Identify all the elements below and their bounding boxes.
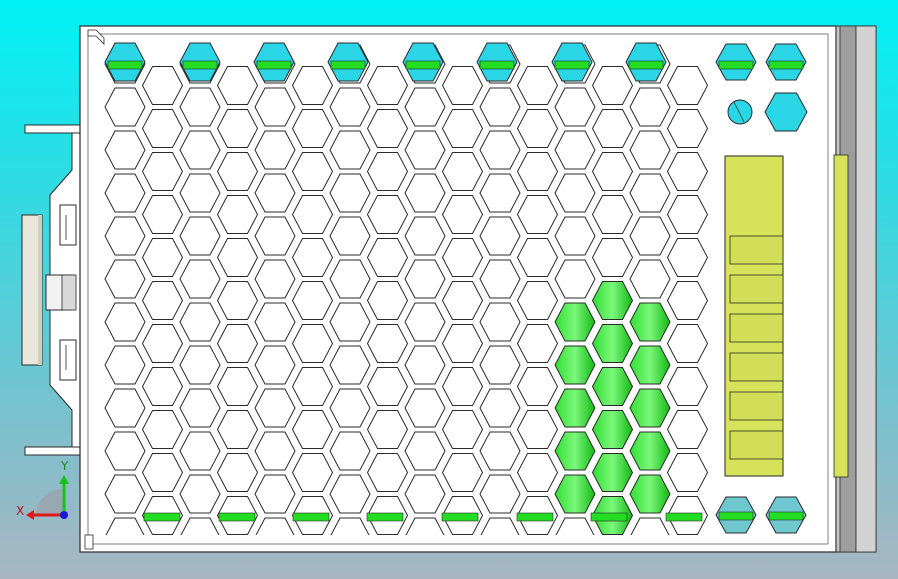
din-rail-clip xyxy=(21,124,81,456)
vent-lip xyxy=(107,60,143,70)
vent-lip xyxy=(441,512,479,522)
vent-lip xyxy=(718,511,754,521)
vent-lip xyxy=(479,60,515,70)
cad-3d-viewport[interactable]: X Y xyxy=(0,0,898,579)
vent-lip xyxy=(330,60,366,70)
terminal-slot xyxy=(729,274,784,304)
vent-lip xyxy=(554,60,590,70)
terminal-slot xyxy=(729,235,784,265)
side-rail xyxy=(833,25,877,553)
axis-triad xyxy=(26,475,69,520)
vent-lip xyxy=(768,60,804,70)
terminal-slot xyxy=(729,352,784,382)
terminal-slot xyxy=(729,313,784,343)
vent-lip xyxy=(218,512,256,522)
screw-hole xyxy=(727,99,753,125)
vent-lip xyxy=(292,512,330,522)
vent-lip xyxy=(628,60,664,70)
vent-lip xyxy=(768,511,804,521)
vent-lip xyxy=(256,60,292,70)
vent-lip xyxy=(405,60,441,70)
vent-lip xyxy=(366,512,404,522)
z-axis-marker xyxy=(60,511,68,519)
power-supply-model[interactable] xyxy=(0,0,898,579)
vent-lip xyxy=(182,60,218,70)
vent-lip xyxy=(590,512,628,522)
terminal-slot xyxy=(729,430,784,460)
vent-lip xyxy=(143,512,181,522)
vent-lip xyxy=(718,60,754,70)
vent-lip xyxy=(516,512,554,522)
vent-lip xyxy=(665,512,703,522)
housing-cover xyxy=(79,25,837,553)
x-axis-label: X xyxy=(16,504,25,518)
y-axis-label: Y xyxy=(61,459,69,473)
terminal-slot xyxy=(729,391,784,421)
